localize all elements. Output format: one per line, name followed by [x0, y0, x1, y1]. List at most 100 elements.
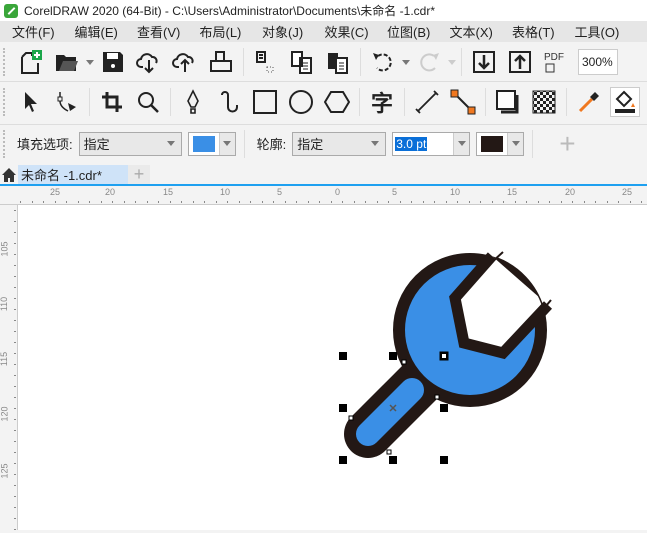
ruler-tick: [445, 201, 447, 203]
zoom-tool[interactable]: [133, 87, 163, 117]
menu-file[interactable]: 文件(F): [0, 22, 63, 41]
toolbar-grip[interactable]: [3, 129, 7, 158]
open-button[interactable]: [52, 47, 82, 77]
menu-effects[interactable]: 效果(C): [313, 22, 376, 41]
save-button[interactable]: [98, 47, 128, 77]
import-cloud-button[interactable]: [134, 47, 164, 77]
ruler-tick: [14, 485, 16, 486]
export-icon: [509, 51, 531, 73]
cloud-download-icon: [136, 53, 158, 74]
redo-dropdown[interactable]: [447, 47, 457, 77]
text-tool[interactable]: 字: [367, 87, 397, 117]
ruler-tick: [66, 201, 67, 203]
shape-tool[interactable]: [52, 87, 82, 117]
open-dropdown[interactable]: [85, 47, 95, 77]
pick-tool[interactable]: [16, 87, 46, 117]
menu-layout[interactable]: 布局(L): [188, 22, 251, 41]
chevron-down-icon: [511, 141, 520, 146]
toolbar-grip[interactable]: [3, 88, 7, 116]
handle-top-middle[interactable]: [389, 352, 397, 360]
document-tab[interactable]: 未命名 -1.cdr*: [18, 165, 128, 184]
ruler-tick: [457, 201, 458, 203]
ruler-tick: [192, 201, 194, 203]
fill-mode-select[interactable]: 指定: [78, 131, 182, 156]
coreldraw-logo-icon: [4, 3, 18, 18]
interactive-fill-tool[interactable]: [610, 87, 640, 117]
ruler-tick: [169, 201, 171, 203]
rectangle-icon: [253, 90, 277, 114]
paste-button[interactable]: [323, 47, 353, 77]
menu-text[interactable]: 文本(X): [438, 22, 501, 41]
handle-bottom-right[interactable]: [440, 456, 448, 464]
add-property-button[interactable]: +: [559, 129, 575, 158]
polygon-tool[interactable]: [322, 87, 352, 117]
dimension-tool[interactable]: [412, 87, 442, 117]
handle-bottom-left[interactable]: [339, 456, 347, 464]
magnifier-icon: [138, 92, 159, 113]
copy-button[interactable]: [287, 47, 317, 77]
horizontal-ruler[interactable]: 25 20 15 10 5 0 5 10 15 20 25: [0, 187, 647, 205]
ruler-tick: [135, 201, 136, 203]
folder-open-icon: [56, 55, 78, 71]
zoom-level-field[interactable]: 300%: [578, 49, 618, 75]
home-tab[interactable]: [0, 165, 18, 184]
ruler-label: 25: [50, 187, 61, 197]
separator: [461, 48, 462, 76]
ruler-tick: [14, 221, 16, 222]
export-button[interactable]: [505, 47, 535, 77]
chevron-down-icon: [86, 59, 94, 65]
handle-top-left[interactable]: [339, 352, 347, 360]
menu-object[interactable]: 对象(J): [250, 22, 313, 41]
new-tab-button[interactable]: +: [128, 164, 150, 184]
separator: [243, 129, 245, 158]
outline-width-field[interactable]: 3.0 pt: [392, 131, 471, 156]
document-tab-label: 未命名 -1.cdr*: [21, 168, 102, 183]
ruler-tick: [307, 201, 309, 203]
ruler-label: 25: [622, 187, 633, 197]
undo-dropdown[interactable]: [401, 47, 411, 77]
undo-button[interactable]: [368, 47, 398, 77]
print-icon: [210, 51, 232, 72]
ruler-tick: [330, 201, 332, 203]
ruler-tick: [14, 419, 16, 420]
menu-edit[interactable]: 编辑(E): [63, 22, 126, 41]
cut-button[interactable]: [251, 47, 281, 77]
connector-tool[interactable]: [448, 87, 478, 117]
ruler-tick: [31, 201, 33, 203]
handle-middle-right[interactable]: [440, 404, 448, 412]
import-button[interactable]: [469, 47, 499, 77]
new-document-button[interactable]: [16, 47, 46, 77]
menu-table[interactable]: 表格(T): [500, 22, 563, 41]
rectangle-tool[interactable]: [250, 87, 280, 117]
outline-mode-select[interactable]: 指定: [292, 131, 387, 156]
fill-color-picker[interactable]: [187, 131, 236, 156]
separator: [359, 88, 360, 116]
drop-shadow-tool[interactable]: [493, 87, 523, 117]
freehand-tool[interactable]: [214, 87, 244, 117]
ruler-tick: [514, 201, 516, 203]
menu-bitmaps[interactable]: 位图(B): [375, 22, 438, 41]
print-button[interactable]: [206, 47, 236, 77]
eyedropper-tool[interactable]: [574, 87, 604, 117]
crop-tool[interactable]: [97, 87, 127, 117]
ruler-tick: [342, 201, 343, 203]
handle-bottom-middle[interactable]: [389, 456, 397, 464]
ruler-tick: [572, 201, 573, 203]
vertical-ruler[interactable]: 105 110 115 120 125: [0, 205, 18, 530]
pen-tool[interactable]: [178, 87, 208, 117]
drawing-canvas[interactable]: [18, 205, 647, 530]
menu-tools[interactable]: 工具(O): [563, 22, 626, 41]
export-cloud-button[interactable]: [170, 47, 200, 77]
ruler-tick: [365, 201, 366, 203]
transparency-tool[interactable]: [529, 87, 559, 117]
menu-view[interactable]: 查看(V): [125, 22, 188, 41]
redo-button[interactable]: [414, 47, 444, 77]
ruler-label: 10: [450, 187, 461, 197]
separator: [532, 129, 534, 158]
ruler-tick: [14, 441, 16, 442]
ellipse-tool[interactable]: [286, 87, 316, 117]
outline-color-picker[interactable]: [476, 131, 525, 156]
publish-pdf-button[interactable]: PDF: [541, 47, 571, 77]
toolbar-grip[interactable]: [3, 48, 7, 76]
handle-middle-left[interactable]: [339, 404, 347, 412]
